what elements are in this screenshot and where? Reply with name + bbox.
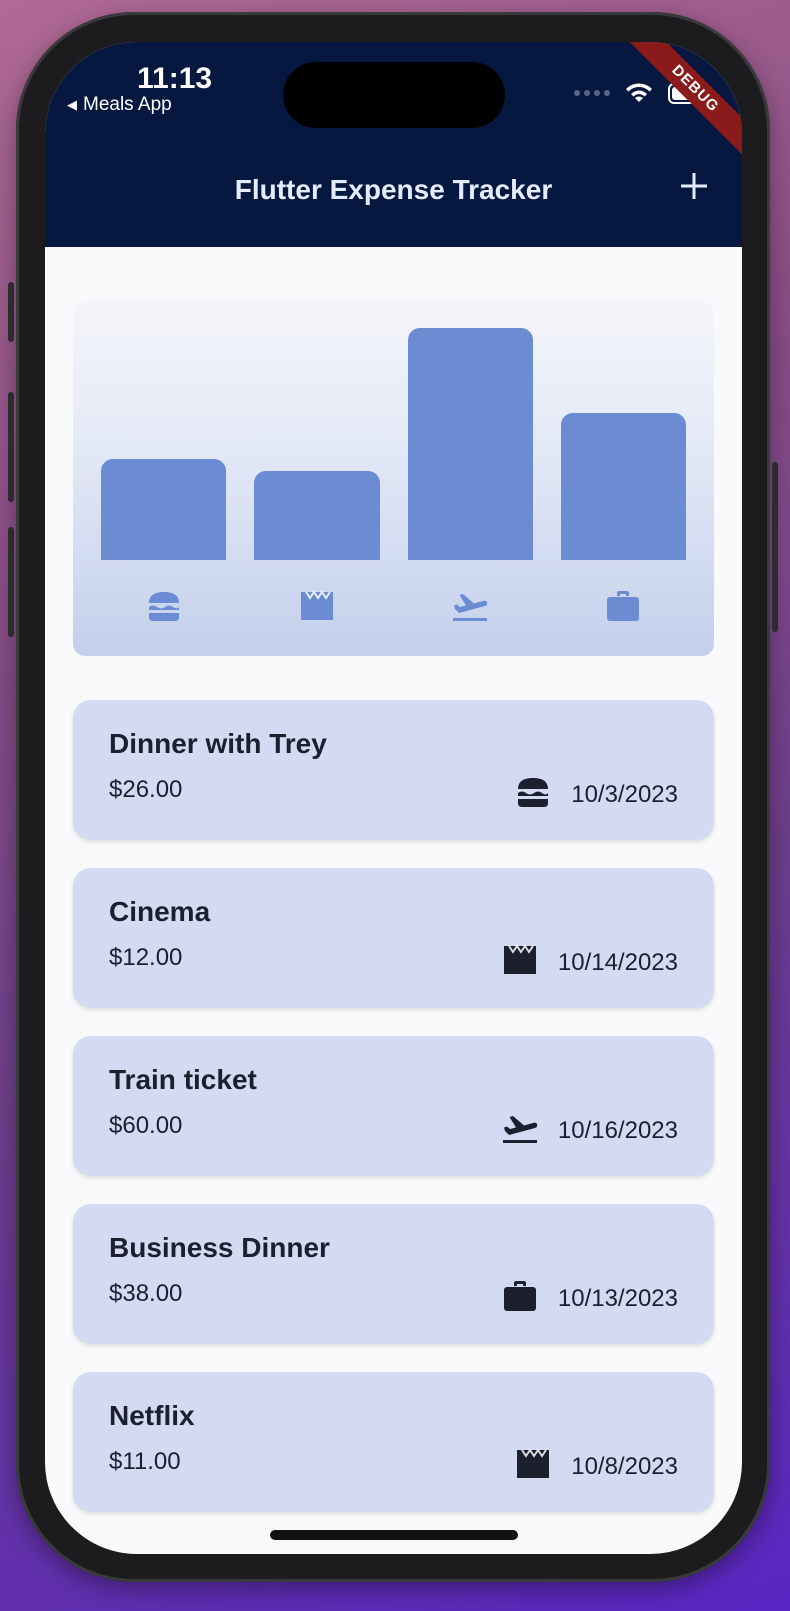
briefcase-icon (561, 586, 686, 626)
wifi-icon (626, 83, 652, 102)
burger-icon (101, 586, 226, 626)
chart-bar-leisure (254, 471, 380, 560)
side-button (8, 282, 14, 342)
back-app-label: Meals App (83, 94, 172, 115)
expense-date: 10/13/2023 (557, 1284, 678, 1312)
expense-amount: $12.00 (109, 944, 183, 971)
burger-icon (513, 772, 553, 817)
expense-list[interactable]: Dinner with Trey $26.00 10/3/2023 Cinema $12… (73, 700, 714, 1540)
expense-card[interactable]: Netflix $11.00 10/8/2023 (73, 1372, 714, 1512)
app-bar: 11:13 ◀ Meals App DEBUG Flutter Expense … (45, 42, 742, 247)
page-title: Flutter Expense Tracker (234, 174, 553, 205)
expense-date: 10/16/2023 (557, 1116, 678, 1144)
expense-card[interactable]: Train ticket $60.00 10/16/2023 (73, 1036, 714, 1176)
expense-title: Cinema (109, 896, 211, 927)
briefcase-icon (500, 1276, 540, 1321)
chart-bar-travel (407, 328, 533, 560)
flight-takeoff-icon (408, 586, 533, 626)
expense-date: 10/8/2023 (571, 1452, 678, 1480)
expense-date: 10/3/2023 (571, 780, 678, 808)
back-triangle-icon: ◀ (67, 97, 77, 112)
back-to-app-link[interactable]: ◀ Meals App (67, 94, 172, 116)
side-button (8, 392, 14, 502)
chart-category-icons (101, 586, 686, 626)
flight-takeoff-icon (500, 1108, 540, 1153)
expense-amount: $60.00 (109, 1112, 183, 1139)
expense-title: Netflix (109, 1400, 195, 1431)
expense-meta: 10/16/2023 (500, 1108, 678, 1153)
expense-meta: 10/3/2023 (513, 772, 678, 817)
home-indicator[interactable] (270, 1530, 518, 1540)
expense-amount: $38.00 (109, 1280, 183, 1307)
expense-card[interactable]: Dinner with Trey $26.00 10/3/2023 (73, 700, 714, 840)
side-button (8, 527, 14, 637)
chart-bars (101, 328, 686, 560)
clapperboard-icon (500, 940, 540, 985)
expense-amount: $11.00 (109, 1448, 181, 1475)
side-button (772, 462, 778, 632)
expense-date: 10/14/2023 (557, 948, 678, 976)
expense-meta: 10/8/2023 (513, 1444, 678, 1489)
expense-chart (73, 300, 714, 656)
chart-bar-food (101, 459, 227, 560)
expense-title: Business Dinner (109, 1232, 330, 1263)
expense-meta: 10/13/2023 (500, 1276, 678, 1321)
status-time: 11:13 (137, 62, 213, 95)
expense-amount: $26.00 (109, 776, 183, 803)
dynamic-island (283, 62, 505, 128)
expense-title: Dinner with Trey (109, 728, 327, 759)
clapperboard-icon (513, 1444, 553, 1489)
plus-icon[interactable] (674, 166, 714, 206)
cellular-signal-icon (574, 90, 610, 96)
clapperboard-icon (254, 586, 379, 626)
app-screen: 11:13 ◀ Meals App DEBUG Flutter Expense … (45, 42, 742, 1554)
expense-card[interactable]: Business Dinner $38.00 10/13/2023 (73, 1204, 714, 1344)
chart-bar-work (560, 413, 686, 560)
expense-title: Train ticket (109, 1064, 257, 1095)
expense-card[interactable]: Cinema $12.00 10/14/2023 (73, 868, 714, 1008)
expense-meta: 10/14/2023 (500, 940, 678, 985)
